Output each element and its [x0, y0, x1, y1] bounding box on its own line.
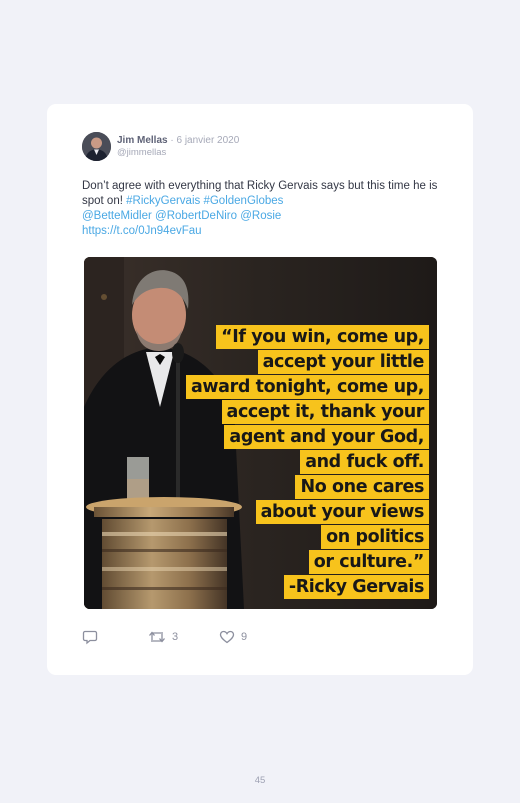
- tweet-actions: 3 9: [82, 629, 442, 649]
- hashtag-link[interactable]: #RickyGervais: [126, 195, 200, 207]
- quote-line: about your views: [255, 500, 429, 524]
- quote-line: accept it, thank your: [221, 400, 429, 424]
- quote-line: and fuck off.: [300, 450, 429, 474]
- avatar[interactable]: [82, 132, 111, 161]
- author-name[interactable]: Jim Mellas: [117, 135, 168, 146]
- quote-line: “If you win, come up,: [216, 325, 429, 349]
- tweet-date[interactable]: · 6 janvier 2020: [168, 135, 239, 146]
- tweet-card: Jim Mellas · 6 janvier 2020 @jimmellas D…: [47, 104, 473, 675]
- mention-link[interactable]: @BetteMidler: [82, 210, 152, 222]
- quote-line: agent and your God,: [224, 425, 429, 449]
- tweet-image[interactable]: “If you win, come up, accept your little…: [84, 257, 437, 609]
- reply-button[interactable]: [82, 629, 98, 645]
- tweet-text: Don’t agree with everything that Ricky G…: [82, 179, 447, 239]
- mention-link[interactable]: @RobertDeNiro: [155, 210, 237, 222]
- quote-line: No one cares: [295, 475, 429, 499]
- retweet-icon: [149, 631, 165, 643]
- quote-line: award tonight, come up,: [186, 375, 429, 399]
- retweet-button[interactable]: 3: [148, 629, 178, 645]
- quote-line: on politics: [321, 525, 429, 549]
- author-line: Jim Mellas · 6 janvier 2020: [117, 135, 239, 146]
- quote-line: accept your little: [257, 350, 429, 374]
- page-number: 45: [254, 775, 266, 786]
- quote-line: or culture.”: [308, 550, 429, 574]
- quote-attribution: -Ricky Gervais: [283, 575, 429, 599]
- reply-icon: [82, 630, 98, 645]
- quote-overlay: “If you win, come up, accept your little…: [186, 324, 429, 599]
- heart-icon: [219, 630, 235, 644]
- url-link[interactable]: https://t.co/0Jn94evFau: [82, 225, 202, 237]
- author-handle[interactable]: @jimmellas: [117, 147, 166, 158]
- mention-link[interactable]: @Rosie: [240, 210, 281, 222]
- like-button[interactable]: 9: [219, 629, 247, 645]
- like-count: 9: [241, 631, 248, 643]
- hashtag-link[interactable]: #GoldenGlobes: [203, 195, 283, 207]
- retweet-count: 3: [172, 631, 179, 643]
